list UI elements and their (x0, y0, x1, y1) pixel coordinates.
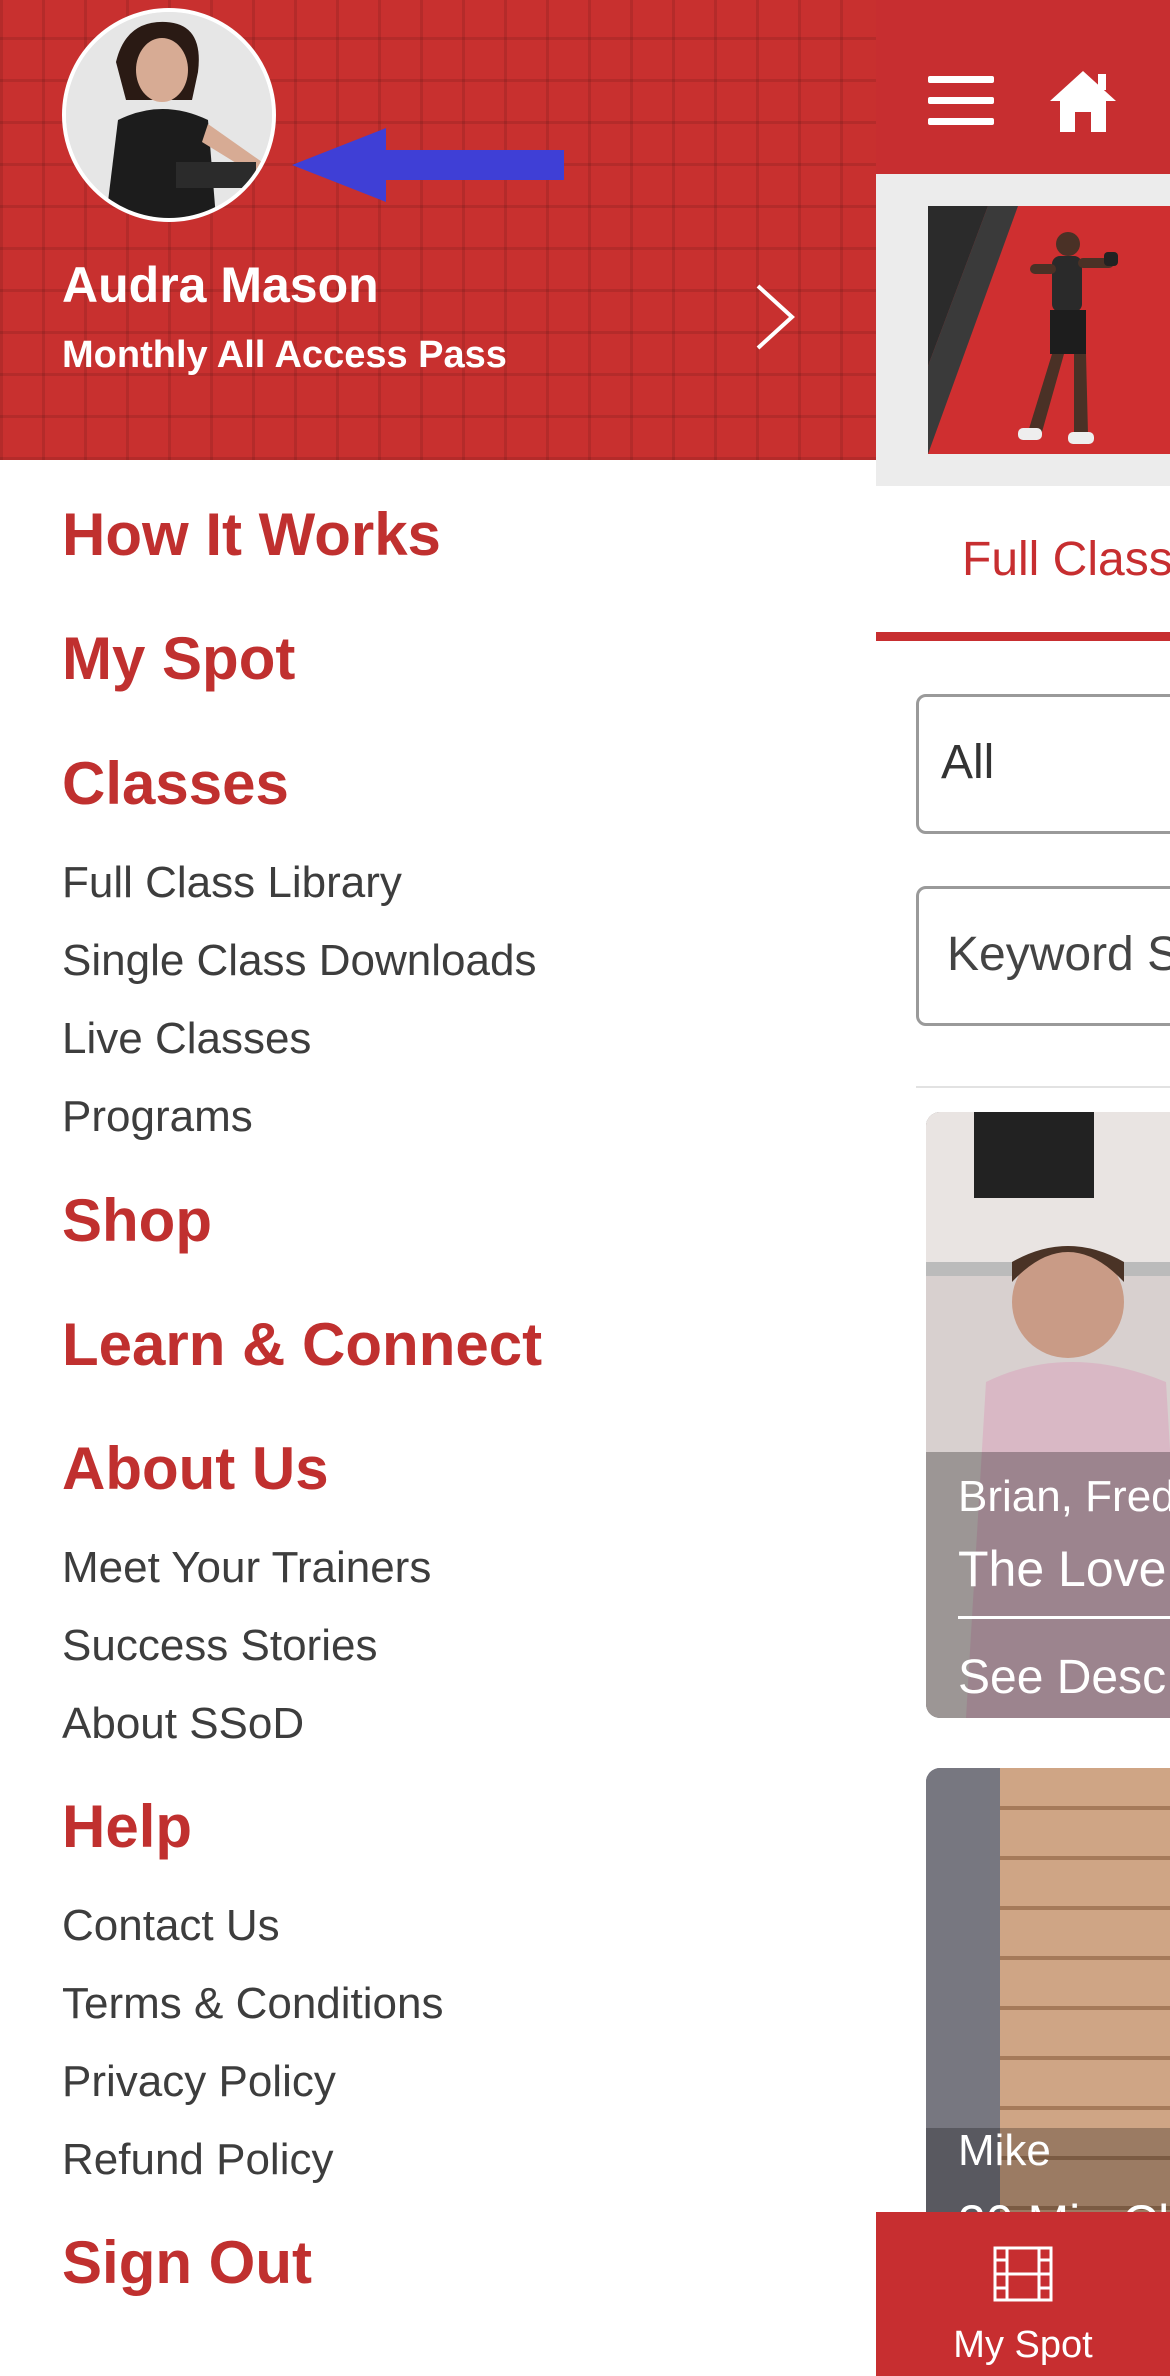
chevron-right-icon[interactable] (752, 282, 798, 352)
card-trainers: Mike (958, 2126, 1051, 2175)
nav-success-stories[interactable]: Success Stories (62, 1621, 377, 1671)
nav-meet-your-trainers[interactable]: Meet Your Trainers (62, 1543, 431, 1593)
nav-single-class-downloads[interactable]: Single Class Downloads (62, 936, 536, 986)
nav-refund-policy[interactable]: Refund Policy (62, 2135, 333, 2185)
card-divider (958, 1616, 1170, 1619)
filter-select[interactable]: All (916, 694, 1170, 834)
side-drawer: Audra Mason Monthly All Access Pass How … (0, 0, 876, 2376)
nav-contact-us[interactable]: Contact Us (62, 1901, 280, 1951)
hero-banner (876, 174, 1170, 486)
bottom-tab-label: My Spot (953, 2324, 1093, 2366)
class-card[interactable]: Brian, Fred The Love See Desc (926, 1112, 1170, 1718)
nav-how-it-works[interactable]: How It Works (62, 500, 441, 569)
nav-help[interactable]: Help (62, 1792, 192, 1861)
see-description-link[interactable]: See Desc (958, 1650, 1166, 1705)
arrow-left-icon (292, 128, 564, 202)
tab-full-class-library[interactable]: Full Class (876, 486, 1170, 642)
filter-select-value: All (941, 736, 995, 789)
hamburger-menu-icon[interactable] (928, 76, 994, 126)
divider (916, 1086, 1170, 1088)
card-trainers: Brian, Fred (958, 1472, 1170, 1521)
nav-programs[interactable]: Programs (62, 1092, 253, 1142)
nav-classes[interactable]: Classes (62, 749, 289, 818)
nav-live-classes[interactable]: Live Classes (62, 1014, 311, 1064)
film-icon (993, 2246, 1053, 2302)
nav-shop[interactable]: Shop (62, 1186, 212, 1255)
nav-learn-connect[interactable]: Learn & Connect (62, 1310, 542, 1379)
nav-my-spot[interactable]: My Spot (62, 624, 295, 693)
active-tab-indicator (876, 632, 1170, 641)
home-icon[interactable] (1048, 68, 1118, 134)
nav-sign-out[interactable]: Sign Out (62, 2228, 312, 2297)
nav-terms-conditions[interactable]: Terms & Conditions (62, 1979, 443, 2029)
card-title: The Love (958, 1541, 1167, 1597)
keyword-search-input[interactable]: Keyword S (916, 886, 1170, 1026)
keyword-search-placeholder: Keyword S (947, 928, 1170, 981)
avatar[interactable] (62, 8, 276, 222)
nav-about-ssod[interactable]: About SSoD (62, 1699, 304, 1749)
top-bar (876, 0, 1170, 174)
main-page: Full Class All Keyword S Brian, Fred The… (876, 0, 1170, 2376)
nav-privacy-policy[interactable]: Privacy Policy (62, 2057, 336, 2107)
membership-plan: Monthly All Access Pass (62, 334, 507, 376)
hero-image (928, 206, 1170, 454)
profile-header[interactable]: Audra Mason Monthly All Access Pass (0, 0, 876, 460)
nav-about-us[interactable]: About Us (62, 1434, 329, 1503)
user-name: Audra Mason (62, 257, 379, 313)
nav-full-class-library[interactable]: Full Class Library (62, 858, 402, 908)
tab-label: Full Class (962, 533, 1170, 586)
bottom-tab-my-spot[interactable]: My Spot (876, 2212, 1170, 2376)
